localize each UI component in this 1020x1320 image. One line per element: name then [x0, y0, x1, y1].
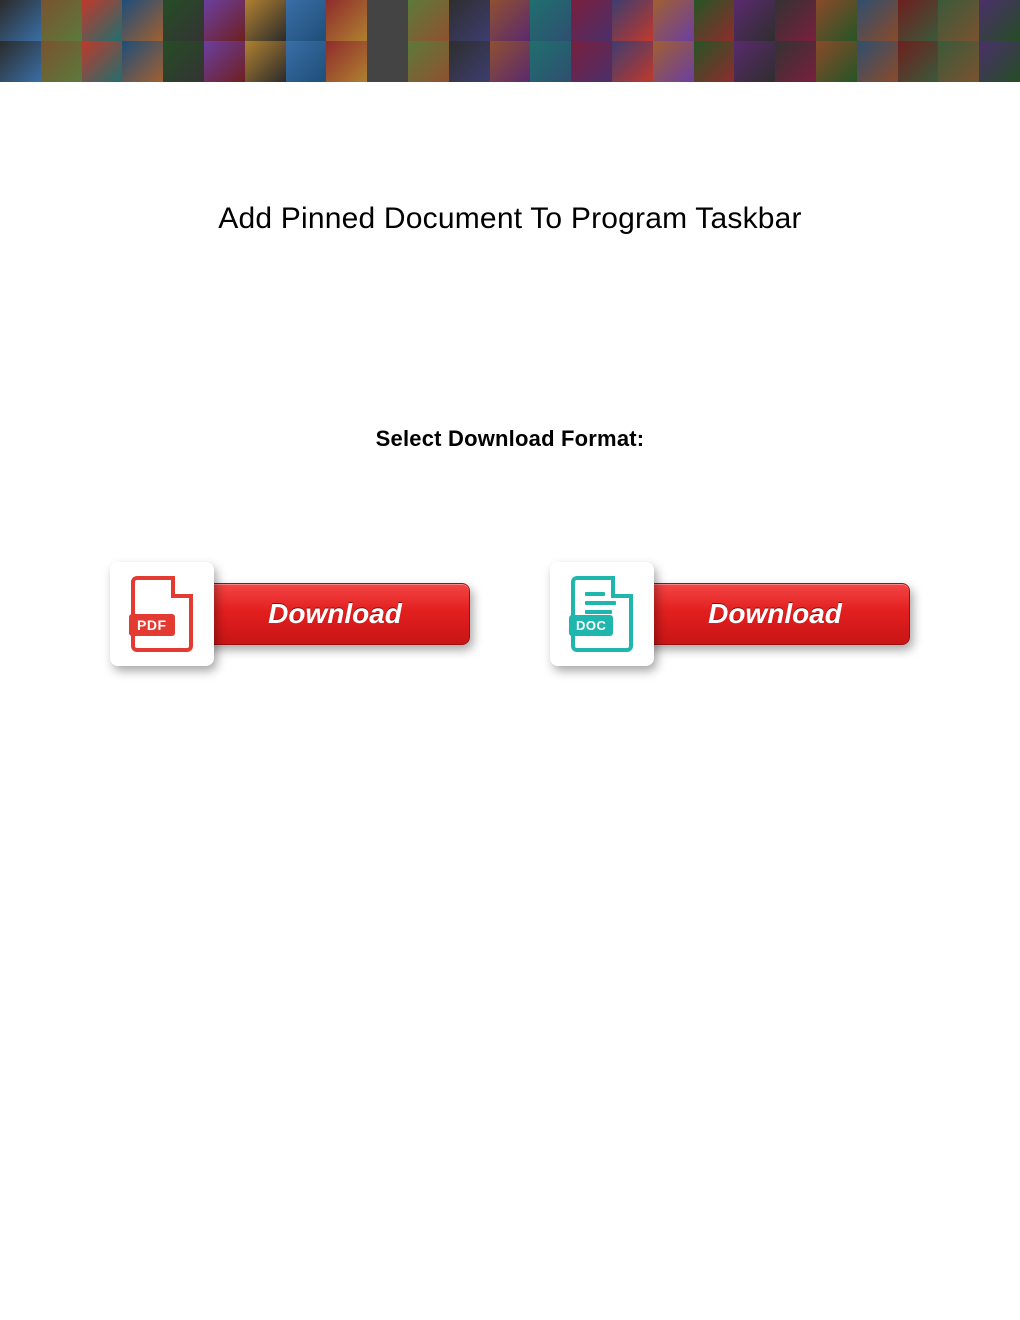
download-row: PDF Download DOC Download — [0, 562, 1020, 666]
download-pdf-block: PDF Download — [110, 562, 470, 666]
banner-tile — [367, 0, 408, 41]
banner-tile — [82, 0, 123, 41]
banner-tile — [530, 41, 571, 82]
banner-tile — [653, 41, 694, 82]
banner-tile — [530, 0, 571, 41]
banner-tile — [612, 0, 653, 41]
banner-tile — [816, 41, 857, 82]
banner-tile — [204, 0, 245, 41]
banner-tile — [734, 41, 775, 82]
banner-tile — [408, 0, 449, 41]
pdf-icon-label: PDF — [129, 614, 175, 636]
banner-tile — [245, 0, 286, 41]
banner-tile — [245, 41, 286, 82]
download-doc-block: DOC Download — [550, 562, 910, 666]
banner-tile — [571, 0, 612, 41]
banner-tile — [163, 41, 204, 82]
banner-tile — [408, 41, 449, 82]
banner-tile — [653, 0, 694, 41]
banner-tile — [490, 0, 531, 41]
header-banner — [0, 0, 1020, 82]
banner-tile — [775, 41, 816, 82]
banner-tile — [612, 41, 653, 82]
banner-tile — [898, 41, 939, 82]
banner-tile — [0, 0, 41, 41]
pdf-file-icon: PDF — [131, 576, 193, 652]
banner-tile — [82, 41, 123, 82]
banner-tile — [286, 0, 327, 41]
doc-file-icon: DOC — [571, 576, 633, 652]
banner-tile — [938, 0, 979, 41]
banner-tile — [775, 0, 816, 41]
download-pdf-button-label: Download — [268, 598, 402, 630]
doc-icon-card: DOC — [550, 562, 654, 666]
banner-tile — [204, 41, 245, 82]
download-doc-button-label: Download — [708, 598, 842, 630]
banner-tile — [326, 41, 367, 82]
banner-tile — [122, 41, 163, 82]
banner-tile — [286, 41, 327, 82]
banner-tile — [694, 41, 735, 82]
download-pdf-button[interactable]: Download — [200, 583, 470, 645]
banner-tile — [122, 0, 163, 41]
banner-tile — [449, 41, 490, 82]
page-title: Add Pinned Document To Program Taskbar — [0, 202, 1020, 236]
banner-tile — [449, 0, 490, 41]
download-doc-button[interactable]: Download — [640, 583, 910, 645]
banner-tile — [571, 41, 612, 82]
banner-tile — [979, 0, 1020, 41]
banner-tile — [326, 0, 367, 41]
doc-icon-label: DOC — [569, 615, 613, 636]
banner-tile — [979, 41, 1020, 82]
banner-tile — [857, 41, 898, 82]
banner-tile — [694, 0, 735, 41]
banner-tile — [734, 0, 775, 41]
banner-tile — [163, 0, 204, 41]
banner-tile — [898, 0, 939, 41]
format-subtitle: Select Download Format: — [0, 426, 1020, 452]
banner-tile — [41, 0, 82, 41]
banner-tile — [0, 41, 41, 82]
banner-tile — [857, 0, 898, 41]
banner-tile — [938, 41, 979, 82]
banner-tile — [816, 0, 857, 41]
banner-tile — [41, 41, 82, 82]
banner-tile — [490, 41, 531, 82]
banner-tile — [367, 41, 408, 82]
pdf-icon-card: PDF — [110, 562, 214, 666]
